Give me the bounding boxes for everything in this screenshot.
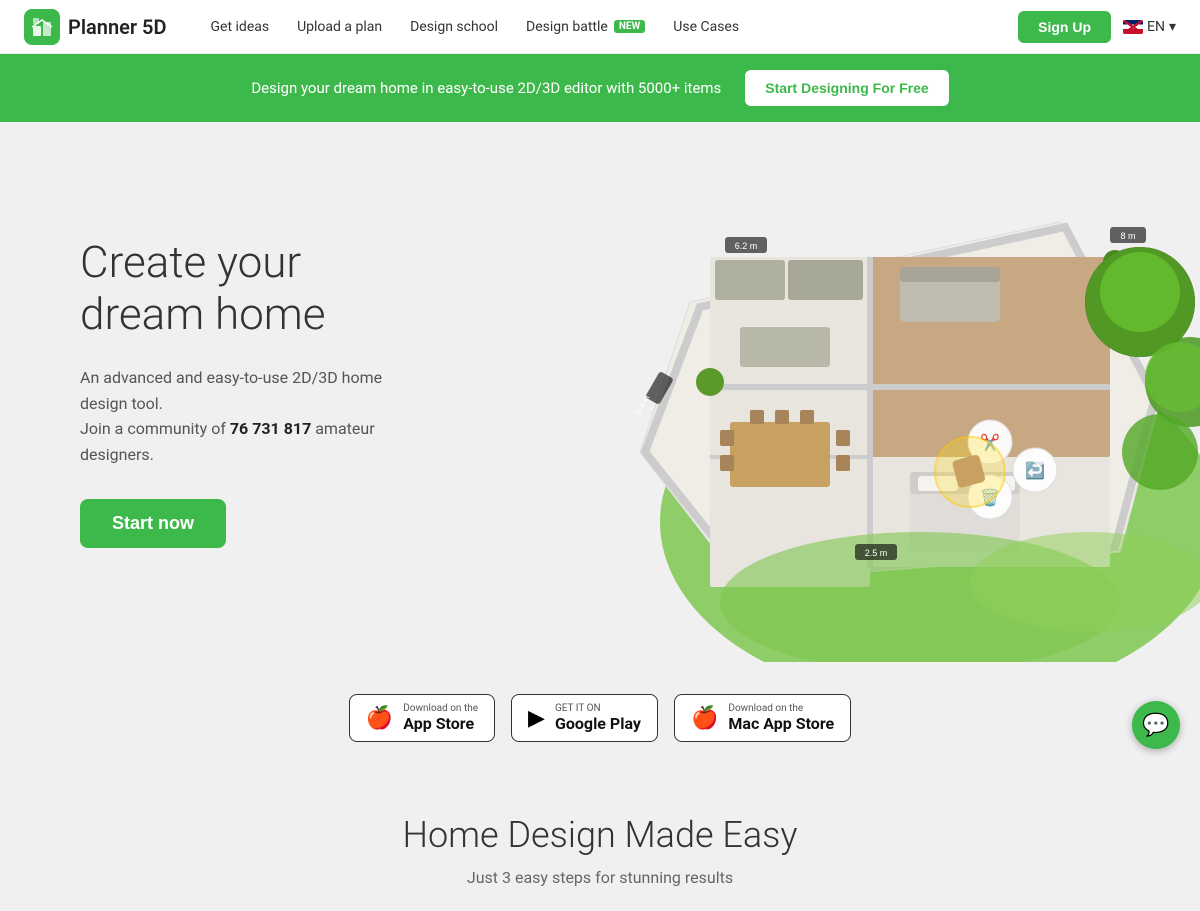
hero-illustration: 6.2 m 8 m 5.4 m ✂️ 🗑️ ↩️ [540, 122, 1200, 662]
apple-icon: 🍎 [366, 706, 393, 731]
app-store-button[interactable]: 🍎 Download on the App Store [349, 694, 495, 742]
hero-description: An advanced and easy-to-use 2D/3D home d… [80, 365, 400, 467]
app-stores-section: 🍎 Download on the App Store ▶ GET IT ON … [0, 662, 1200, 774]
app-store-text: Download on the App Store [403, 703, 478, 733]
logo-icon [24, 9, 60, 45]
bottom-section: Home Design Made Easy Just 3 easy steps … [0, 774, 1200, 911]
chevron-down-icon: ▾ [1169, 19, 1176, 35]
hero-title: Create your dream home [80, 236, 400, 342]
nav-links: Get ideas Upload a plan Design school De… [199, 13, 1019, 41]
svg-text:8 m: 8 m [1120, 231, 1135, 241]
nav-item-get-ideas[interactable]: Get ideas [199, 13, 282, 41]
community-count: 76 731 817 [230, 419, 311, 438]
bottom-title: Home Design Made Easy [24, 814, 1176, 856]
banner-text: Design your dream home in easy-to-use 2D… [251, 79, 721, 97]
banner-cta-button[interactable]: Start Designing For Free [745, 70, 948, 106]
svg-text:2.5 m: 2.5 m [865, 548, 888, 558]
bottom-subtitle: Just 3 easy steps for stunning results [24, 868, 1176, 887]
chat-button[interactable]: 💬 [1132, 701, 1180, 749]
nav-item-use-cases[interactable]: Use Cases [661, 13, 751, 41]
logo-text: Planner 5D [68, 15, 167, 39]
promo-banner: Design your dream home in easy-to-use 2D… [0, 54, 1200, 122]
nav-item-design-school[interactable]: Design school [398, 13, 510, 41]
hero-content: Create your dream home An advanced and e… [0, 176, 480, 609]
google-play-button[interactable]: ▶ GET IT ON Google Play [511, 694, 658, 742]
chat-icon: 💬 [1142, 713, 1169, 738]
start-now-button[interactable]: Start now [80, 499, 226, 548]
flag-icon [1123, 20, 1143, 34]
logo[interactable]: Planner 5D [24, 9, 167, 45]
floor-plan-svg: 6.2 m 8 m 5.4 m ✂️ 🗑️ ↩️ [540, 122, 1200, 662]
apple-mac-icon: 🍎 [691, 706, 718, 731]
svg-text:5.4 m: 5.4 m [634, 394, 652, 416]
language-selector[interactable]: EN ▾ [1123, 19, 1176, 35]
hero-section: Create your dream home An advanced and e… [0, 122, 1200, 662]
play-store-icon: ▶ [528, 706, 545, 731]
mac-app-store-text: Download on the Mac App Store [728, 703, 834, 733]
new-badge: NEW [614, 20, 645, 33]
signup-button[interactable]: Sign Up [1018, 11, 1111, 43]
mac-app-store-button[interactable]: 🍎 Download on the Mac App Store [674, 694, 851, 742]
navbar: Planner 5D Get ideas Upload a plan Desig… [0, 0, 1200, 54]
svg-text:6.2 m: 6.2 m [735, 241, 758, 251]
google-play-text: GET IT ON Google Play [555, 703, 641, 733]
nav-item-design-battle[interactable]: Design battle NEW [514, 13, 657, 41]
nav-item-upload-plan[interactable]: Upload a plan [285, 13, 394, 41]
nav-right: Sign Up EN ▾ [1018, 11, 1176, 43]
